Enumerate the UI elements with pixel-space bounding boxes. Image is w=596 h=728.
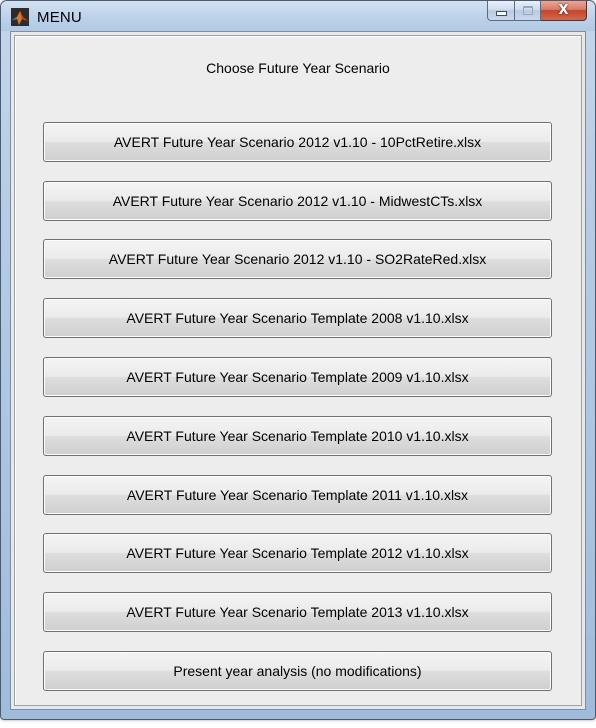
scenario-button-template-2013[interactable]: AVERT Future Year Scenario Template 2013… [43,592,552,632]
title-bar[interactable]: MENU X [1,1,595,31]
scenario-panel: Choose Future Year Scenario AVERT Future… [14,35,582,706]
scenario-button-template-2011[interactable]: AVERT Future Year Scenario Template 2011… [43,475,552,515]
scenario-button-10pctretire[interactable]: AVERT Future Year Scenario 2012 v1.10 - … [43,122,552,162]
menu-heading: Choose Future Year Scenario [206,60,390,76]
scenario-button-template-2008[interactable]: AVERT Future Year Scenario Template 2008… [43,298,552,338]
minimize-button[interactable] [487,1,515,21]
window-title: MENU [37,9,82,26]
minimize-icon [495,11,507,16]
maximize-button[interactable] [515,1,541,21]
window-client-area: Choose Future Year Scenario AVERT Future… [10,31,586,710]
matlab-icon [11,8,29,26]
close-button[interactable]: X [541,1,587,21]
scenario-button-template-2009[interactable]: AVERT Future Year Scenario Template 2009… [43,357,552,397]
scenario-button-template-2012[interactable]: AVERT Future Year Scenario Template 2012… [43,533,552,573]
scenario-button-midwestcts[interactable]: AVERT Future Year Scenario 2012 v1.10 - … [43,181,552,221]
menu-window: MENU X Choose Future Year Scenario AVERT… [0,0,596,720]
maximize-icon [522,6,533,15]
close-icon: X [558,3,569,18]
scenario-button-so2ratered[interactable]: AVERT Future Year Scenario 2012 v1.10 - … [43,239,552,279]
present-year-analysis-button[interactable]: Present year analysis (no modifications) [43,651,552,691]
window-controls: X [487,1,587,21]
scenario-button-template-2010[interactable]: AVERT Future Year Scenario Template 2010… [43,416,552,456]
